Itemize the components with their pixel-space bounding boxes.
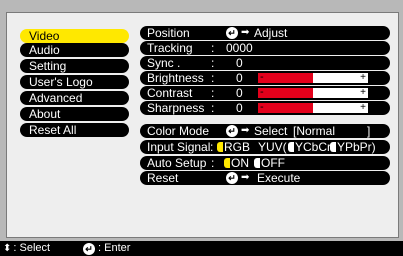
- plus-icon: +: [360, 87, 366, 98]
- reset-row[interactable]: Reset ↵ ➡ Execute: [140, 171, 390, 185]
- arrow-right-icon: ➡: [241, 27, 250, 38]
- contrast-value: 0: [236, 86, 243, 100]
- radio-selected-icon: [224, 158, 230, 168]
- tracking-row[interactable]: Tracking : 0000: [140, 41, 390, 55]
- menu-item-reset-all[interactable]: Reset All: [20, 123, 129, 137]
- auto-setup-option-off[interactable]: OFF: [254, 156, 285, 170]
- contrast-row[interactable]: Contrast : 0 - +: [140, 86, 390, 100]
- brightness-label: Brightness: [147, 71, 204, 85]
- brightness-row[interactable]: Brightness : 0 - +: [140, 71, 390, 85]
- brightness-slider[interactable]: - +: [258, 71, 368, 83]
- color-mode-action: Select: [254, 124, 288, 138]
- minus-icon: -: [260, 86, 264, 98]
- input-signal-option-yuv[interactable]: YUV(: [258, 140, 287, 154]
- radio-unselected-icon: [254, 158, 260, 168]
- auto-setup-label: Auto Setup: [147, 156, 207, 170]
- tracking-label: Tracking: [147, 41, 193, 55]
- color-mode-current: [Normal: [293, 124, 336, 138]
- contrast-label: Contrast: [147, 86, 193, 100]
- reset-label: Reset: [147, 171, 179, 185]
- radio-selected-icon: [217, 142, 223, 152]
- plus-icon: +: [360, 102, 366, 113]
- reset-action: Execute: [257, 171, 301, 185]
- minus-icon: -: [260, 71, 264, 83]
- brightness-value: 0: [236, 71, 243, 85]
- enter-icon: ↵: [226, 125, 238, 137]
- menu-item-about[interactable]: About: [20, 107, 129, 121]
- enter-icon: ↵: [226, 27, 238, 39]
- menu-item-setting[interactable]: Setting: [20, 59, 129, 73]
- up-down-arrows-icon: ⬍: [3, 243, 12, 254]
- status-enter-label: : Enter: [98, 242, 131, 254]
- color-mode-close-bracket: ]: [367, 124, 371, 138]
- sync-row[interactable]: Sync . : 0: [140, 56, 390, 70]
- sharpness-value: 0: [236, 101, 243, 115]
- menu-item-users-logo[interactable]: User's Logo: [20, 75, 129, 89]
- menu-item-audio[interactable]: Audio: [20, 43, 129, 57]
- input-signal-row[interactable]: Input Signal : RGB YUV( YCbCr YPbPr): [140, 140, 390, 154]
- enter-icon: ↵: [83, 242, 95, 255]
- sharpness-row[interactable]: Sharpness : 0 - +: [140, 101, 390, 115]
- enter-icon: ↵: [226, 172, 238, 184]
- sync-label: Sync .: [147, 56, 181, 70]
- arrow-right-icon: ➡: [241, 125, 250, 136]
- sharpness-slider[interactable]: - +: [258, 101, 368, 113]
- color-mode-label: Color Mode: [147, 124, 210, 138]
- position-label: Position: [147, 26, 190, 40]
- position-action: Adjust: [254, 26, 288, 40]
- minus-icon: -: [260, 101, 264, 113]
- input-signal-label: Input Signal: [147, 140, 211, 154]
- tracking-value: 0000: [226, 41, 253, 55]
- color-mode-row[interactable]: Color Mode ↵ ➡ Select [Normal ]: [140, 124, 390, 138]
- status-bar: ⬍ : Select ↵ : Enter: [0, 241, 403, 256]
- input-signal-option-rgb[interactable]: RGB: [217, 140, 250, 154]
- osd-frame: Video Audio Setting User's Logo Advanced…: [0, 0, 403, 256]
- contrast-slider[interactable]: - +: [258, 86, 368, 98]
- sharpness-label: Sharpness: [147, 101, 205, 115]
- position-row[interactable]: Position ↵ ➡ Adjust: [140, 26, 390, 40]
- status-select-label: : Select: [13, 242, 51, 254]
- radio-unselected-icon: [330, 142, 336, 152]
- arrow-right-icon: ➡: [241, 172, 250, 183]
- input-signal-option-ypbpr[interactable]: YPbPr): [330, 140, 376, 154]
- auto-setup-option-on[interactable]: ON: [224, 156, 249, 170]
- menu-item-video[interactable]: Video: [20, 29, 129, 43]
- sync-value: 0: [236, 56, 243, 70]
- plus-icon: +: [360, 72, 366, 83]
- menu-item-advanced[interactable]: Advanced: [20, 91, 129, 105]
- auto-setup-row[interactable]: Auto Setup : ON OFF: [140, 156, 390, 170]
- radio-unselected-icon: [288, 142, 294, 152]
- input-signal-option-ycbcr[interactable]: YCbCr: [288, 140, 331, 154]
